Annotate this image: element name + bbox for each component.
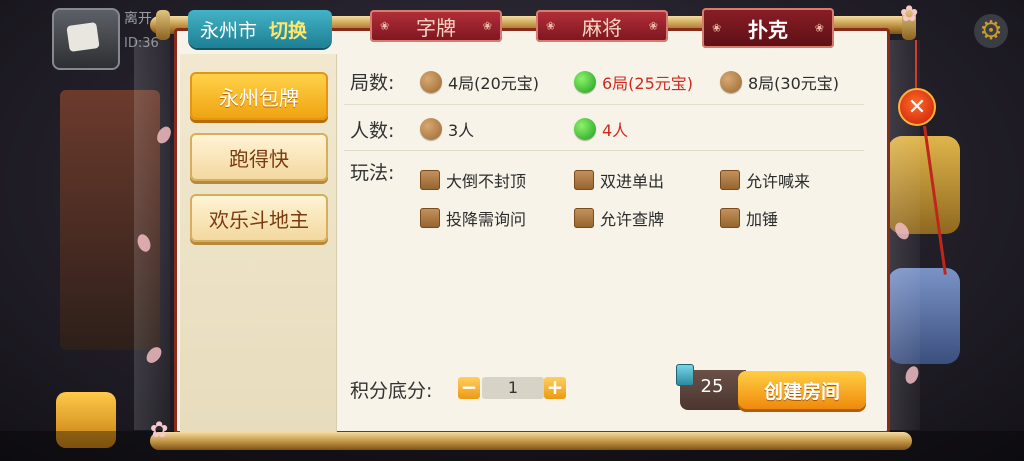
tab-puke[interactable]: 扑克 — [702, 8, 834, 48]
flower-icon: ✿ — [900, 2, 919, 27]
option-label: 双进单出 — [600, 172, 665, 191]
player-name: 离开 — [124, 11, 152, 27]
rounds-option-6[interactable]: 6局(25元宝) — [574, 70, 693, 94]
option-label: 4人 — [602, 121, 629, 140]
rule-checkbox[interactable]: 投降需询问 — [420, 206, 526, 230]
option-label: 6局(25元宝) — [602, 74, 694, 93]
rule-checkbox[interactable]: 加锤 — [720, 206, 778, 230]
tab-zipai[interactable]: 字牌 — [370, 10, 502, 42]
checkbox-icon — [420, 208, 440, 228]
rounds-label: 局数: — [350, 72, 395, 94]
rounds-option-8[interactable]: 8局(30元宝) — [720, 70, 839, 94]
radio-selected-icon — [574, 71, 596, 93]
close-icon[interactable]: ✕ — [898, 88, 936, 126]
radio-icon — [420, 118, 442, 140]
scroll-rod-bottom — [150, 432, 912, 450]
region-name: 永州市 — [200, 19, 258, 42]
rule-checkbox[interactable]: 大倒不封顶 — [420, 168, 526, 192]
option-label: 投降需询问 — [446, 210, 527, 229]
avatar[interactable] — [52, 8, 120, 70]
players-option-3[interactable]: 3人 — [420, 117, 474, 141]
scroll-cap-icon — [156, 10, 170, 40]
game-doudizhu-button[interactable]: 欢乐斗地主 — [190, 194, 328, 242]
radio-icon — [420, 71, 442, 93]
checkbox-icon — [574, 170, 594, 190]
option-label: 允许喊来 — [746, 172, 811, 191]
base-score-label: 积分底分: — [350, 380, 433, 402]
region-selector[interactable]: 永州市 切换 — [188, 10, 332, 48]
divider — [344, 104, 864, 105]
score-minus-button[interactable]: − — [458, 377, 480, 399]
option-label: 加锤 — [746, 210, 779, 229]
gem-count: 25 — [700, 376, 724, 397]
game-paodekuai-button[interactable]: 跑得快 — [190, 133, 328, 181]
tab-majiang[interactable]: 麻将 — [536, 10, 668, 42]
option-label: 允许查牌 — [600, 210, 665, 229]
score-plus-button[interactable]: + — [544, 377, 566, 399]
rules-label: 玩法: — [350, 162, 395, 184]
rounds-option-4[interactable]: 4局(20元宝) — [420, 70, 539, 94]
checkbox-icon — [720, 170, 740, 190]
game-yongzhou-baopai-button[interactable]: 永州包牌 — [190, 72, 328, 120]
create-room-button[interactable]: 创建房间 — [738, 371, 866, 409]
rule-checkbox[interactable]: 允许喊来 — [720, 168, 810, 192]
checkbox-icon — [574, 208, 594, 228]
divider — [344, 150, 864, 151]
checkbox-icon — [720, 208, 740, 228]
region-switch-button[interactable]: 切换 — [269, 16, 307, 43]
option-label: 8局(30元宝) — [748, 74, 840, 93]
tassel-decoration — [915, 40, 917, 88]
rule-checkbox[interactable]: 允许查牌 — [574, 206, 664, 230]
option-label: 4局(20元宝) — [448, 74, 540, 93]
radio-icon — [720, 71, 742, 93]
rule-checkbox[interactable]: 双进单出 — [574, 168, 664, 192]
players-option-4[interactable]: 4人 — [574, 117, 628, 141]
settings-gear-icon[interactable]: ⚙ — [974, 14, 1008, 48]
checkbox-icon — [420, 170, 440, 190]
players-label: 人数: — [350, 120, 395, 142]
flower-icon: ✿ — [150, 418, 169, 443]
score-value: 1 — [482, 377, 544, 399]
option-label: 大倒不封顶 — [446, 172, 527, 191]
option-label: 3人 — [448, 121, 475, 140]
radio-selected-icon — [574, 118, 596, 140]
